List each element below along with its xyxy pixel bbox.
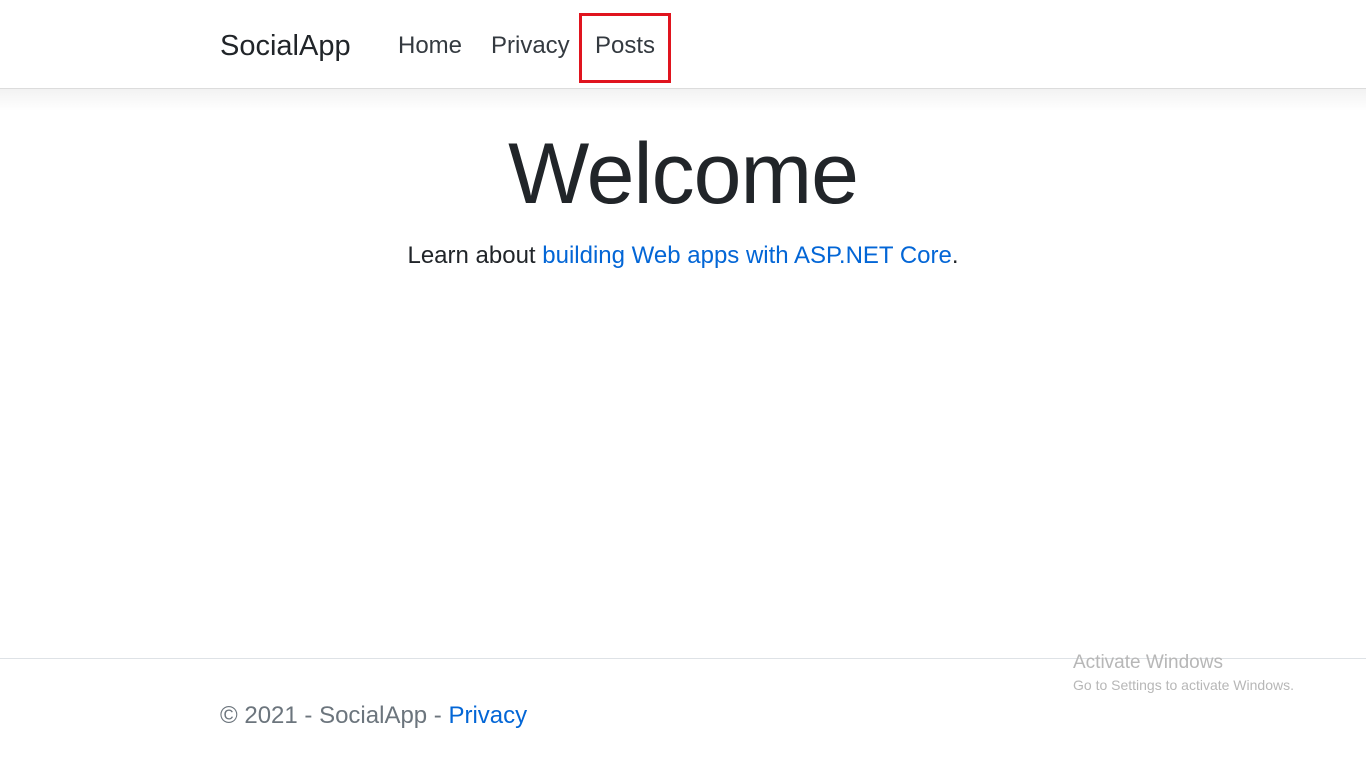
nav-link-privacy[interactable]: Privacy (491, 30, 570, 62)
page-title: Welcome (508, 126, 859, 222)
lead-suffix: . (951, 242, 959, 269)
aspnet-docs-link[interactable]: building Web apps with ASP.NET Core (542, 242, 952, 269)
footer-copyright: © 2021 - SocialApp - (220, 702, 449, 729)
footer: © 2021 - SocialApp - Privacy (220, 700, 527, 732)
lead-paragraph: Learn about building Web apps with ASP.N… (0, 240, 1366, 272)
brand-link[interactable]: SocialApp (220, 28, 351, 64)
posts-highlight-box (579, 13, 671, 83)
footer-privacy-link[interactable]: Privacy (448, 702, 527, 729)
nav-link-home[interactable]: Home (398, 30, 462, 62)
navbar: SocialApp Home Privacy Posts (0, 0, 1366, 89)
activate-windows-subtitle: Go to Settings to activate Windows. (1073, 677, 1294, 693)
navbar-shadow (0, 89, 1366, 111)
lead-prefix: Learn about (407, 242, 543, 269)
page: SocialApp Home Privacy Posts Welcome Lea… (0, 0, 1366, 768)
activate-windows-title: Activate Windows (1073, 652, 1223, 673)
